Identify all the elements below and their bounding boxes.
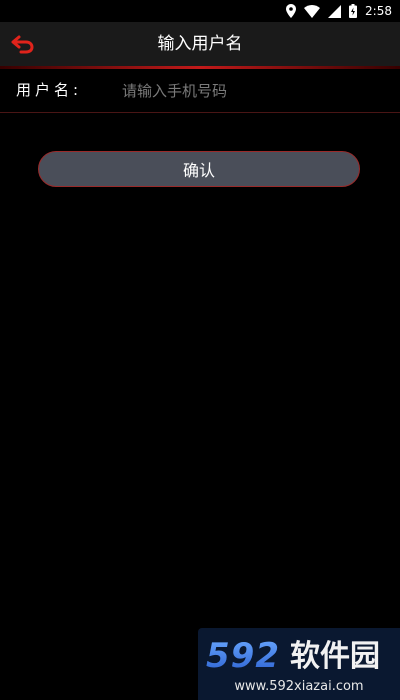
location-icon	[286, 4, 297, 18]
watermark-logo-graphic: 592 软件园	[206, 636, 380, 676]
confirm-button[interactable]: 确认	[38, 151, 360, 187]
signal-icon	[328, 4, 342, 18]
svg-text:软件园: 软件园	[290, 639, 380, 674]
page-title: 输入用户名	[157, 34, 243, 54]
status-icons: 2:58	[286, 3, 392, 19]
svg-text:592: 592	[206, 636, 280, 676]
status-bar: 2:58	[0, 0, 400, 22]
status-time: 2:58	[365, 4, 392, 18]
battery-icon	[349, 4, 358, 18]
watermark-url: www.592xiazai.com	[234, 679, 364, 694]
header-divider	[0, 66, 400, 69]
watermark-logo: 592 软件园	[202, 630, 398, 676]
row-divider	[0, 112, 400, 113]
username-input[interactable]	[118, 78, 386, 104]
username-label: 用户名:	[16, 81, 83, 99]
wifi-icon	[304, 4, 321, 18]
